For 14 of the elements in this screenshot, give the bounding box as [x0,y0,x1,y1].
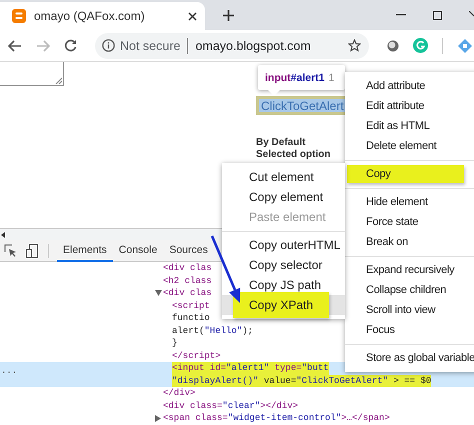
code-line: <span class="widget-item-control">…</span> [163,412,390,424]
gutter-ellipsis: ... [1,365,18,378]
code-line: <div clas [163,287,212,300]
tab-title: omayo (QAFox.com) [34,9,146,23]
code-line: <div class="clear"></div> [163,400,298,412]
code-line: </div> [163,387,196,400]
element-size-text: 1 [328,72,334,84]
default-selected-text: By Default Selected option [256,137,332,161]
url-text: omayo.blogspot.com [195,38,311,52]
code-line: functio [172,312,210,324]
element-id-text: #alert1 [290,72,325,84]
element-tag-text: input [265,72,291,84]
security-label: Not secure [120,38,180,52]
code-line: } [172,337,178,350]
